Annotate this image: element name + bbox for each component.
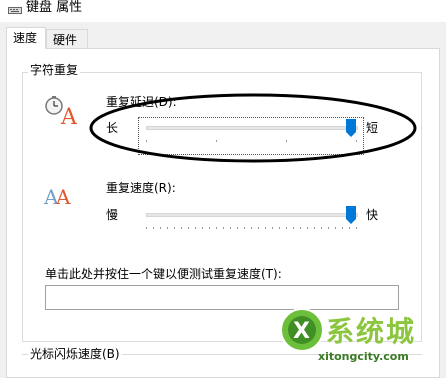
rate-tick xyxy=(223,227,224,229)
rate-tick xyxy=(167,227,168,229)
rate-tick xyxy=(314,227,315,229)
rate-tick xyxy=(174,227,175,229)
char-repeat-group-title: 字符重复 xyxy=(28,62,81,78)
svg-text:A: A xyxy=(60,105,78,127)
tab-hardware[interactable]: 硬件 xyxy=(46,29,88,49)
rate-tick xyxy=(153,227,154,229)
highlight-ellipse xyxy=(89,93,417,163)
rate-tick xyxy=(209,227,210,229)
rate-fast-label: 快 xyxy=(366,208,379,222)
rate-tick xyxy=(258,227,259,229)
rate-tick xyxy=(286,227,287,229)
stopwatch-letter-icon: A xyxy=(45,96,78,127)
rate-tick xyxy=(195,227,196,229)
rate-tick xyxy=(230,227,231,229)
watermark-url: xitongcity.com xyxy=(318,350,409,363)
rate-tick xyxy=(265,227,266,229)
keyboard-icon xyxy=(8,7,22,14)
svg-text:A: A xyxy=(55,185,71,208)
repeating-letters-icon: A A xyxy=(44,185,71,208)
rate-slider-track[interactable] xyxy=(146,213,358,217)
watermark: X 系统城 xitongcity.com xyxy=(278,306,446,368)
rate-tick xyxy=(293,227,294,229)
rate-tick xyxy=(216,227,217,229)
rate-tick xyxy=(300,227,301,229)
tab-speed[interactable]: 速度 xyxy=(6,27,46,49)
close-button[interactable] xyxy=(400,0,446,22)
rate-tick xyxy=(349,227,350,229)
rate-tick xyxy=(321,227,322,229)
watermark-brand: 系统城 xyxy=(326,315,417,348)
rate-tick xyxy=(272,227,273,229)
rate-tick xyxy=(342,227,343,229)
rate-tick xyxy=(160,227,161,229)
rate-tick xyxy=(328,227,329,229)
rate-tick xyxy=(244,227,245,229)
rate-slider-thumb[interactable] xyxy=(346,206,356,224)
rate-label: 重复速度(R): xyxy=(106,181,176,195)
rate-tick xyxy=(181,227,182,229)
window-title: 键盘 属性 xyxy=(26,0,83,15)
rate-slider-ticks xyxy=(146,227,358,229)
rate-tick xyxy=(335,227,336,229)
rate-tick xyxy=(279,227,280,229)
rate-tick xyxy=(202,227,203,229)
test-label: 单击此处并按住一个键以便测试重复速度(T): xyxy=(45,267,282,281)
rate-tick xyxy=(356,227,357,229)
rate-tick xyxy=(307,227,308,229)
rate-slow-label: 慢 xyxy=(106,208,119,222)
rate-tick xyxy=(251,227,252,229)
title-bar: 键盘 属性 xyxy=(0,0,446,22)
cursor-blink-group-title: 光标闪烁速度(B) xyxy=(28,346,122,362)
rate-tick xyxy=(188,227,189,229)
rate-tick xyxy=(146,227,147,229)
watermark-logo-icon: X xyxy=(280,308,324,352)
rate-tick xyxy=(237,227,238,229)
svg-text:X: X xyxy=(293,319,310,344)
